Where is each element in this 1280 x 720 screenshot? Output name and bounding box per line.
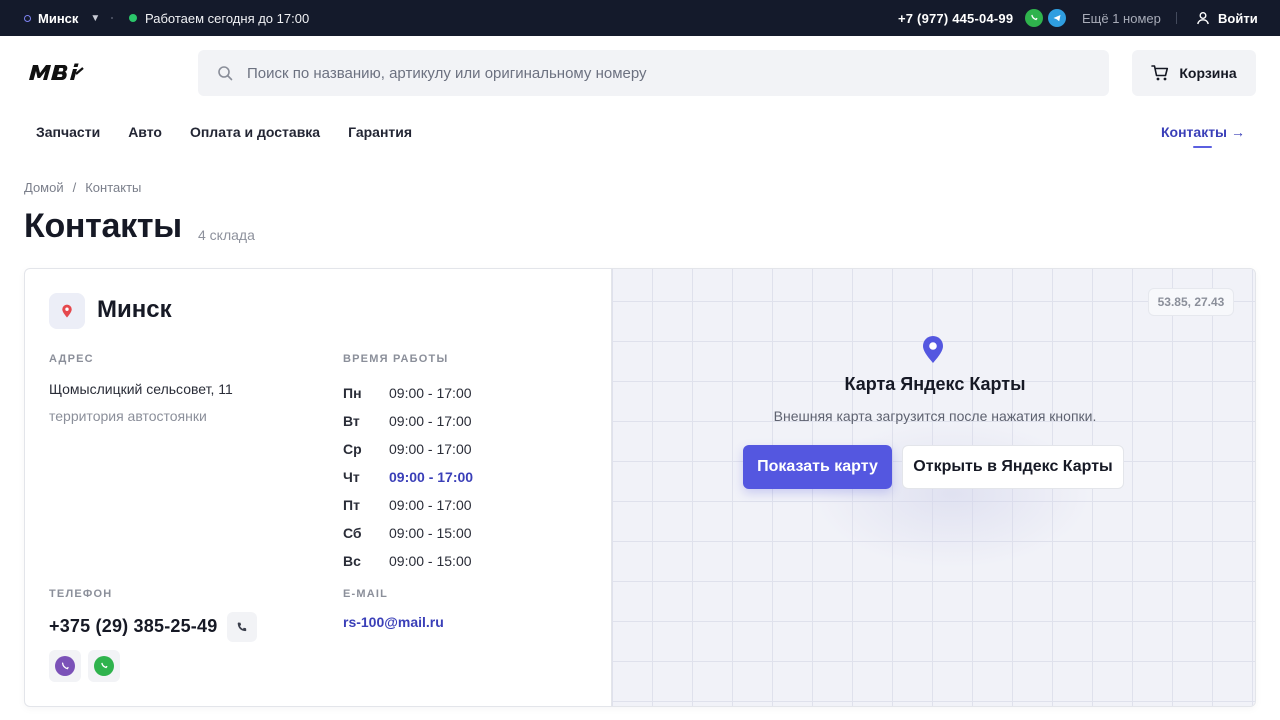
nav-item-contacts[interactable]: Контакты → bbox=[1161, 124, 1245, 140]
schedule-time: 09:00 - 17:00 bbox=[389, 469, 474, 485]
cart-button[interactable]: Корзина bbox=[1132, 50, 1256, 96]
cart-label: Корзина bbox=[1179, 65, 1237, 81]
schedule-row: Пт 09:00 - 17:00 bbox=[343, 491, 473, 519]
schedule-day: Пт bbox=[343, 497, 360, 513]
schedule-row: Вс 09:00 - 15:00 bbox=[343, 547, 473, 575]
schedule-day: Сб bbox=[343, 525, 362, 541]
schedule-row: Ср 09:00 - 17:00 bbox=[343, 435, 473, 463]
warehouse-details: Минск АДРЕС Щомыслицкий сельсовет, 11 те… bbox=[25, 269, 611, 706]
schedule-day: Ср bbox=[343, 441, 362, 457]
city-name-label: Минск bbox=[38, 10, 79, 26]
nav-item-parts[interactable]: Запчасти bbox=[36, 124, 100, 142]
arrow-right-icon: → bbox=[1231, 124, 1246, 140]
warehouse-count: 4 склада bbox=[198, 227, 255, 243]
warehouse-card: Минск АДРЕС Щомыслицкий сельсовет, 11 те… bbox=[24, 268, 1256, 707]
divider bbox=[1176, 12, 1177, 24]
location-ring-icon bbox=[24, 14, 31, 22]
breadcrumb: Домой / Контакты bbox=[24, 180, 141, 195]
site-logo[interactable] bbox=[26, 62, 84, 82]
schedule-day: Чт bbox=[343, 469, 360, 485]
show-map-button[interactable]: Показать карту bbox=[743, 445, 892, 489]
phone-icon bbox=[237, 622, 247, 632]
page-title: Контакты bbox=[24, 207, 182, 245]
open-yandex-maps-button[interactable]: Открыть в Яндекс Карты bbox=[902, 445, 1124, 489]
schedule-day: Вт bbox=[343, 413, 360, 429]
map-glow bbox=[812, 419, 1092, 569]
user-icon bbox=[1197, 12, 1209, 25]
warehouse-city: Минск bbox=[97, 296, 172, 323]
top-bar: Минск ▼ Работаем сегодня до 17:00 +7 (97… bbox=[0, 0, 1280, 36]
login-label: Войти bbox=[1218, 10, 1258, 26]
location-badge bbox=[49, 293, 85, 329]
schedule-time: 09:00 - 17:00 bbox=[389, 497, 472, 513]
whatsapp-icon bbox=[94, 656, 114, 676]
search-icon bbox=[218, 66, 233, 81]
login-button[interactable]: Войти bbox=[1196, 0, 1258, 36]
warehouse-email[interactable]: rs-100@mail.ru bbox=[343, 614, 444, 630]
viber-button[interactable] bbox=[49, 650, 81, 682]
phone-label: ТЕЛЕФОН bbox=[49, 588, 113, 600]
schedule-day: Пн bbox=[343, 385, 362, 401]
active-nav-indicator bbox=[1193, 146, 1212, 148]
call-button[interactable] bbox=[227, 612, 257, 642]
search-input[interactable]: Поиск по названию, артикулу или оригинал… bbox=[247, 65, 647, 82]
schedule-row-today: Чт 09:00 - 17:00 bbox=[343, 463, 473, 491]
schedule-list: Пн 09:00 - 17:00 Вт 09:00 - 17:00 Ср 09:00 … bbox=[343, 379, 473, 575]
more-numbers-link[interactable]: Ещё 1 номер bbox=[1082, 0, 1161, 36]
hours-label: ВРЕМЯ РАБОТЫ bbox=[343, 353, 449, 365]
viber-icon bbox=[55, 656, 75, 676]
top-phone-link[interactable]: +7 (977) 445-04-99 bbox=[898, 0, 1013, 36]
map-pin-icon bbox=[923, 336, 943, 363]
map-placeholder: 53.85, 27.43 Карта Яндекс Карты Внешняя … bbox=[611, 269, 1255, 706]
online-status-icon bbox=[129, 14, 137, 22]
schedule-day: Вс bbox=[343, 553, 361, 569]
warehouse-phone[interactable]: +375 (29) 385-25-49 bbox=[49, 616, 217, 637]
nav-item-auto[interactable]: Авто bbox=[128, 124, 162, 142]
schedule-row: Вт 09:00 - 17:00 bbox=[343, 407, 473, 435]
address-label: АДРЕС bbox=[49, 353, 94, 365]
schedule-time: 09:00 - 17:00 bbox=[389, 441, 472, 457]
divider-dot bbox=[111, 17, 113, 19]
schedule-time: 09:00 - 17:00 bbox=[389, 413, 472, 429]
schedule-row: Сб 09:00 - 15:00 bbox=[343, 519, 473, 547]
schedule-time: 09:00 - 17:00 bbox=[389, 385, 472, 401]
email-label: E-MAIL bbox=[343, 588, 389, 600]
schedule-time: 09:00 - 15:00 bbox=[389, 525, 472, 541]
nav-item-warranty[interactable]: Гарантия bbox=[348, 124, 412, 142]
map-subtitle: Внешняя карта загрузится после нажатия к… bbox=[773, 408, 1097, 424]
chevron-down-icon: ▼ bbox=[90, 12, 101, 24]
cart-icon bbox=[1151, 65, 1169, 81]
schedule-time: 09:00 - 15:00 bbox=[389, 553, 472, 569]
map-title: Карта Яндекс Карты bbox=[844, 374, 1026, 394]
map-coordinates: 53.85, 27.43 bbox=[1148, 288, 1234, 316]
working-hours: Работаем сегодня до 17:00 bbox=[129, 0, 309, 36]
whatsapp-button[interactable] bbox=[88, 650, 120, 682]
breadcrumb-home[interactable]: Домой bbox=[24, 180, 64, 195]
address-note: территория автостоянки bbox=[49, 408, 207, 424]
search-bar[interactable]: Поиск по названию, артикулу или оригинал… bbox=[198, 50, 1109, 96]
schedule-row: Пн 09:00 - 17:00 bbox=[343, 379, 473, 407]
nav-item-payment-delivery[interactable]: Оплата и доставка bbox=[190, 124, 320, 142]
breadcrumb-current: Контакты bbox=[85, 180, 142, 195]
city-selector[interactable]: Минск ▼ bbox=[24, 0, 100, 36]
breadcrumb-separator: / bbox=[72, 180, 77, 195]
telegram-icon[interactable] bbox=[1048, 9, 1066, 27]
address-line: Щомыслицкий сельсовет, 11 bbox=[49, 381, 233, 397]
nav-contacts-label: Контакты bbox=[1161, 124, 1228, 140]
whatsapp-icon[interactable] bbox=[1025, 9, 1043, 27]
main-nav: Запчасти Авто Оплата и доставка Гарантия bbox=[36, 124, 440, 142]
working-hours-text: Работаем сегодня до 17:00 bbox=[145, 10, 310, 26]
location-pin-icon bbox=[62, 304, 72, 318]
